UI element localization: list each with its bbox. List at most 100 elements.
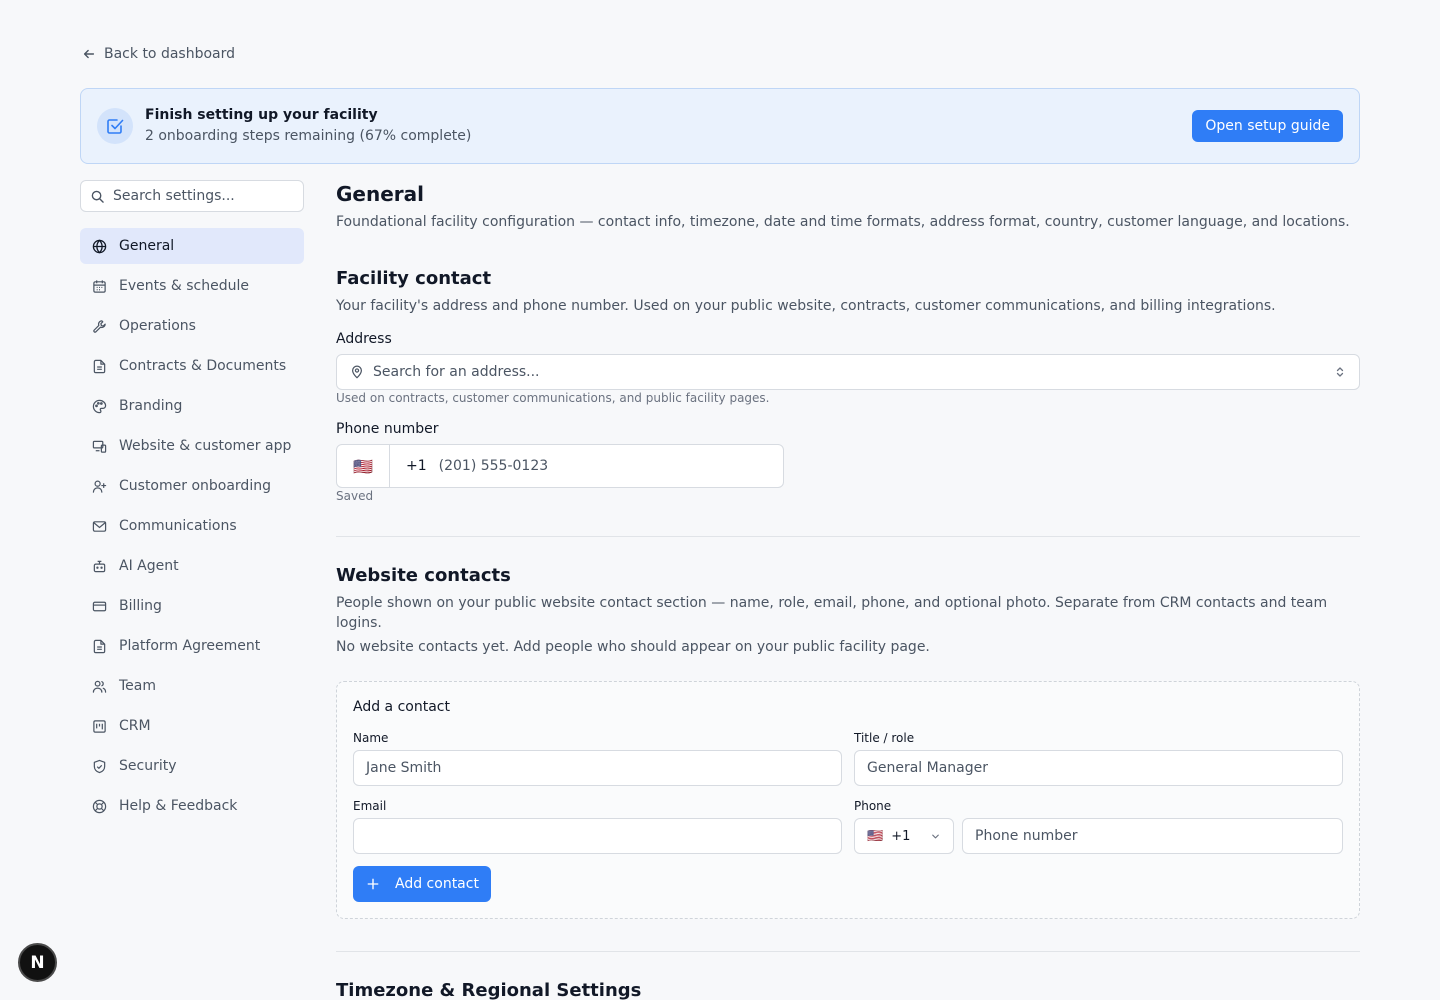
plus-icon <box>367 878 379 890</box>
credit-card-icon <box>92 601 107 611</box>
contact-phone-input[interactable]: Phone number <box>962 818 1343 854</box>
country-code: +1 <box>891 828 911 844</box>
name-label: Name <box>353 731 389 745</box>
settings-page: Back to dashboard Finish setting up your… <box>0 0 1440 1000</box>
contact-name-input[interactable]: Jane Smith <box>353 750 842 786</box>
sidebar-item-label: Communications <box>119 518 237 534</box>
users-icon <box>92 680 107 693</box>
palette-icon <box>92 399 107 413</box>
checklist-icon <box>97 108 133 144</box>
sidebar-item-label: Team <box>119 678 157 694</box>
document-icon <box>93 639 106 653</box>
sidebar-item-operations[interactable]: Operations <box>80 308 304 344</box>
section-divider <box>336 536 1360 537</box>
lifebuoy-icon <box>92 799 107 813</box>
sidebar-item-customer-onboarding[interactable]: Customer onboarding <box>80 468 304 504</box>
back-to-dashboard-link[interactable]: Back to dashboard <box>82 46 235 62</box>
search-icon <box>91 190 104 203</box>
website-contacts-description: People shown on your public website cont… <box>336 595 1328 631</box>
document-icon <box>93 359 106 373</box>
website-contacts-empty-state: No website contacts yet. Add people who … <box>336 639 930 655</box>
address-search-input[interactable]: Search for an address... <box>336 354 1360 390</box>
add-contact-label: Add contact <box>395 876 479 892</box>
contact-email-input[interactable] <box>353 818 842 854</box>
sidebar-item-branding[interactable]: Branding <box>80 388 304 424</box>
sidebar-item-general[interactable]: General <box>80 228 304 264</box>
sidebar-item-label: Contracts & Documents <box>119 358 287 374</box>
sidebar-item-label: Platform Agreement <box>119 638 261 654</box>
next-dev-badge[interactable]: N <box>18 943 57 982</box>
add-contact-button[interactable]: Add contact <box>353 866 491 902</box>
page-description: Foundational facility configuration — co… <box>336 214 1350 230</box>
sidebar-item-security[interactable]: Security <box>80 748 304 784</box>
title-role-label: Title / role <box>854 731 915 745</box>
banner-title: Finish setting up your facility <box>145 107 378 123</box>
calendar-icon <box>93 279 106 293</box>
name-placeholder: Jane Smith <box>366 760 442 776</box>
sidebar-item-team[interactable]: Team <box>80 668 304 704</box>
phone-saved-status: Saved <box>336 489 374 503</box>
sidebar-item-billing[interactable]: Billing <box>80 588 304 624</box>
sidebar-item-label: AI Agent <box>119 558 179 574</box>
timezone-section-title: Timezone & Regional Settings <box>336 980 642 1000</box>
sidebar-item-communications[interactable]: Communications <box>80 508 304 544</box>
sidebar-item-label: CRM <box>119 718 151 734</box>
email-label: Email <box>353 799 387 813</box>
sidebar-item-label: Events & schedule <box>119 278 249 294</box>
sidebar-item-help-feedback[interactable]: Help & Feedback <box>80 788 304 824</box>
phone-label: Phone <box>854 799 892 813</box>
phone-number-input[interactable]: (201) 555-0123 <box>439 458 549 474</box>
sidebar-item-label: Branding <box>119 398 183 414</box>
page-title: General <box>336 182 424 206</box>
wrench-icon <box>93 319 106 333</box>
address-placeholder: Search for an address... <box>373 364 540 380</box>
devices-icon <box>92 440 107 453</box>
sidebar-item-label: General <box>119 238 175 254</box>
phone-country-code: +1 <box>406 458 427 474</box>
back-link-label: Back to dashboard <box>104 46 236 62</box>
chevron-up-down-icon <box>1336 367 1344 377</box>
banner-subtitle: 2 onboarding steps remaining (67% comple… <box>145 128 472 144</box>
chevron-down-icon <box>932 834 939 838</box>
sidebar-item-platform-agreement[interactable]: Platform Agreement <box>80 628 304 664</box>
sidebar-item-label: Billing <box>119 598 162 614</box>
sidebar-item-label: Security <box>119 758 177 774</box>
phone-number-field: 🇺🇸 +1 (201) 555-0123 <box>336 444 784 488</box>
search-placeholder: Search settings... <box>113 188 235 204</box>
country-flag: 🇺🇸 <box>867 828 884 844</box>
section-divider <box>336 951 1360 952</box>
country-flag-selector[interactable]: 🇺🇸 <box>337 445 390 487</box>
shield-icon <box>93 759 106 773</box>
sidebar-item-label: Website & customer app <box>119 438 292 454</box>
map-pin-icon <box>352 365 362 379</box>
mail-icon <box>92 520 107 532</box>
bot-icon <box>93 560 106 572</box>
phone-placeholder: Phone number <box>975 828 1078 844</box>
arrow-left-icon <box>83 49 95 59</box>
search-settings-input[interactable]: Search settings... <box>80 180 304 212</box>
onboarding-banner: Finish setting up your facility 2 onboar… <box>80 88 1360 164</box>
open-setup-guide-button[interactable]: Open setup guide <box>1192 110 1343 142</box>
sidebar-item-crm[interactable]: CRM <box>80 708 304 744</box>
sidebar-item-label: Help & Feedback <box>119 798 238 814</box>
facility-contact-title: Facility contact <box>336 268 492 289</box>
sidebar-item-ai-agent[interactable]: AI Agent <box>80 548 304 584</box>
phone-number-label: Phone number <box>336 421 439 437</box>
kanban-icon <box>93 719 106 733</box>
user-plus-icon <box>92 480 107 493</box>
facility-contact-description: Your facility's address and phone number… <box>336 298 1276 314</box>
sidebar-item-label: Operations <box>119 318 196 334</box>
globe-icon <box>92 238 107 254</box>
address-hint: Used on contracts, customer communicatio… <box>336 391 770 405</box>
settings-sidebar: Search settings... General Events & sche… <box>80 180 304 828</box>
title-placeholder: General Manager <box>867 760 988 776</box>
contact-title-input[interactable]: General Manager <box>854 750 1343 786</box>
address-label: Address <box>336 331 392 347</box>
add-contact-title: Add a contact <box>353 699 450 715</box>
add-contact-card: Add a contact Name Jane Smith Title / ro… <box>336 681 1360 919</box>
sidebar-item-website-customer-app[interactable]: Website & customer app <box>80 428 304 464</box>
contact-phone-country-select[interactable]: 🇺🇸 +1 <box>854 818 954 854</box>
sidebar-item-events-schedule[interactable]: Events & schedule <box>80 268 304 304</box>
sidebar-item-contracts-documents[interactable]: Contracts & Documents <box>80 348 304 384</box>
sidebar-item-label: Customer onboarding <box>119 478 271 494</box>
